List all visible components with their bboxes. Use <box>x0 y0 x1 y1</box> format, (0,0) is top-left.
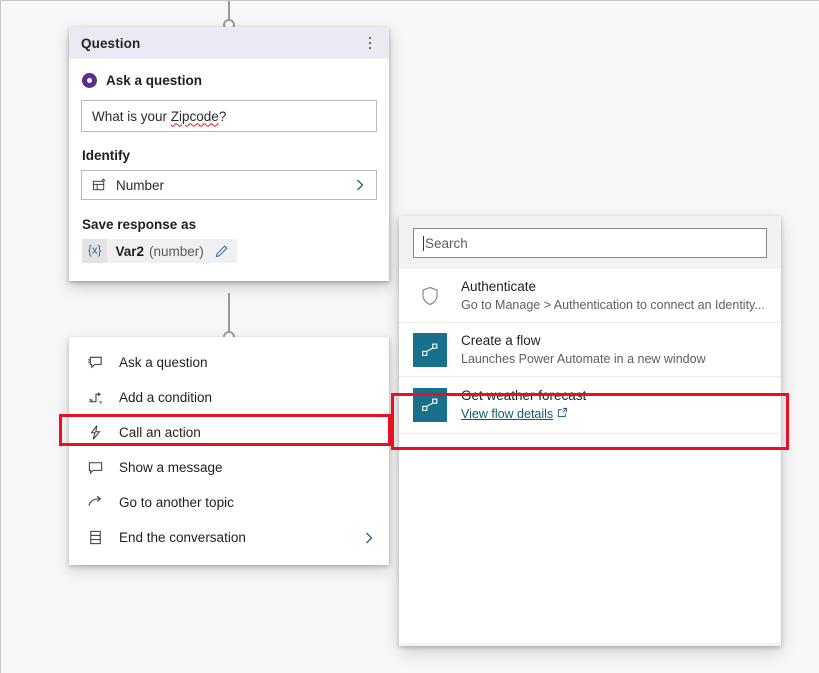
more-options-icon[interactable] <box>361 33 379 53</box>
menu-item-show-a-message[interactable]: Show a message <box>69 450 389 485</box>
question-text-prefix: What is your <box>92 108 171 124</box>
view-flow-details-link[interactable]: View flow details <box>461 406 586 423</box>
redirect-arrow-icon <box>85 494 105 511</box>
result-text: Get weather forecast View flow details <box>461 387 586 423</box>
result-item-get-weather-forecast[interactable]: Get weather forecast View flow details <box>399 377 781 434</box>
question-text-value: What is your Zipcode? <box>92 109 226 124</box>
authoring-canvas: Question Ask a question What is your Zip… <box>0 0 819 673</box>
question-node-card[interactable]: Question Ask a question What is your Zip… <box>69 27 389 281</box>
menu-item-label: End the conversation <box>119 530 246 545</box>
result-title: Get weather forecast <box>461 388 587 403</box>
view-flow-details-label: View flow details <box>461 407 554 421</box>
external-link-icon <box>557 406 568 423</box>
power-automate-flow-icon <box>413 332 447 367</box>
result-title: Authenticate <box>461 278 537 294</box>
variable-badge-icon: {x} <box>82 239 108 263</box>
save-response-label: Save response as <box>82 217 197 232</box>
shield-icon <box>413 279 447 313</box>
question-card-header: Question <box>69 27 389 59</box>
menu-item-add-a-condition[interactable]: Add a condition <box>69 380 389 415</box>
result-text: Create a flow Launches Power Automate in… <box>461 332 706 368</box>
menu-item-ask-a-question[interactable]: Ask a question <box>69 345 389 380</box>
question-text-input[interactable]: What is your Zipcode? <box>81 100 377 132</box>
question-card-body: Ask a question What is your Zipcode? Ide… <box>69 59 389 281</box>
question-text-suffix: ? <box>218 108 227 124</box>
menu-item-label: Call an action <box>119 425 201 440</box>
chevron-right-icon[interactable] <box>361 530 377 546</box>
ask-question-icon <box>85 354 105 371</box>
search-input[interactable]: Search <box>413 228 767 258</box>
connector-line-middle <box>228 293 230 333</box>
condition-branch-icon <box>85 389 105 406</box>
pencil-icon[interactable] <box>214 244 229 259</box>
result-item-authenticate[interactable]: Authenticate Go to Manage > Authenticati… <box>399 269 781 323</box>
menu-item-label: Go to another topic <box>119 495 234 510</box>
ask-a-question-label: Ask a question <box>106 73 203 88</box>
text-caret <box>423 235 424 251</box>
variable-name: Var2 <box>115 243 144 259</box>
variable-type: (number) <box>148 243 204 259</box>
result-text: Authenticate Go to Manage > Authenticati… <box>461 278 765 314</box>
search-container: Search <box>399 216 781 269</box>
power-automate-flow-icon <box>413 388 447 422</box>
entity-number-icon <box>92 177 107 193</box>
ask-a-question-row: Ask a question <box>82 73 377 88</box>
menu-item-go-to-another-topic[interactable]: Go to another topic <box>69 485 389 520</box>
result-subtitle: Launches Power Automate in a new window <box>461 351 706 366</box>
menu-item-label: Add a condition <box>119 390 213 405</box>
identify-label: Identify <box>82 148 131 163</box>
end-conversation-icon <box>85 529 105 546</box>
identify-entity-value: Number <box>116 177 165 193</box>
menu-item-end-the-conversation[interactable]: End the conversation <box>69 520 389 555</box>
menu-item-label: Show a message <box>119 460 223 475</box>
action-results-list: Authenticate Go to Manage > Authenticati… <box>399 269 781 643</box>
add-node-menu: Ask a question Add a condition Call an a… <box>69 337 389 565</box>
search-placeholder: Search <box>425 235 468 251</box>
identify-entity-select[interactable]: Number <box>81 170 377 200</box>
menu-item-call-an-action[interactable]: Call an action <box>69 415 389 450</box>
message-bubble-icon <box>85 459 105 476</box>
question-card-title: Question <box>81 35 141 51</box>
response-variable-chip[interactable]: {x} Var2 (number) <box>82 239 237 263</box>
lightning-bolt-icon <box>85 424 105 441</box>
chevron-right-icon[interactable] <box>352 177 368 193</box>
action-picker-panel: Search Authenticate Go to Manage > Authe… <box>399 216 781 646</box>
menu-item-label: Ask a question <box>119 355 208 370</box>
radio-selected-icon[interactable] <box>82 73 97 88</box>
result-title: Create a flow <box>461 332 541 348</box>
result-subtitle: Go to Manage > Authentication to connect… <box>461 297 765 312</box>
result-item-create-a-flow[interactable]: Create a flow Launches Power Automate in… <box>399 323 781 377</box>
question-text-misspelled: Zipcode <box>170 108 219 124</box>
